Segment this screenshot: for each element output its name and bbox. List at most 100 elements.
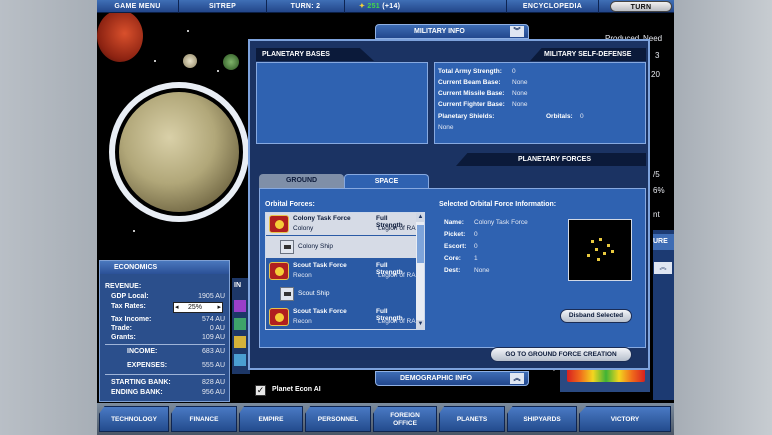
nav-shipyards[interactable]: SHIPYARDS <box>507 406 577 432</box>
info-escort-label: Escort: <box>444 243 467 250</box>
planetary-shields-value: None <box>438 124 454 131</box>
force-owner: Legion of RA <box>378 225 416 232</box>
stat-value-3: /5 <box>653 170 660 179</box>
red-planet-image[interactable] <box>97 10 143 62</box>
green-moon-icon[interactable] <box>223 54 239 70</box>
selected-force-info-label: Selected Orbital Force Information: <box>439 201 557 208</box>
revenue-label: REVENUE: <box>105 283 142 290</box>
moon-icon[interactable] <box>183 54 197 68</box>
demographic-info-tab[interactable]: DEMOGRAPHIC INFO ︽ <box>375 371 529 386</box>
selected-planet-image[interactable] <box>119 92 239 212</box>
nav-victory[interactable]: VICTORY <box>579 406 671 432</box>
army-strength-value: 0 <box>512 68 516 75</box>
encyclopedia-button[interactable]: ENCYCLOPEDIA <box>507 0 599 13</box>
orbitals-label: Orbitals: <box>546 113 573 120</box>
force-owner: Legion of RA <box>378 272 416 279</box>
task-force-icon <box>269 308 289 326</box>
scroll-down-icon[interactable]: ▼ <box>416 320 424 329</box>
infrastructure-icon[interactable] <box>234 318 246 330</box>
expenses-value: 555 AU <box>202 362 225 369</box>
info-core-label: Core: <box>444 255 461 262</box>
divider <box>105 374 225 375</box>
nav-foreign-line-1: FOREIGN <box>390 412 420 419</box>
starting-bank-label: STARTING BANK: <box>111 379 171 386</box>
beam-base-label: Current Beam Base: <box>438 79 501 86</box>
trade-value: 0 AU <box>209 325 225 332</box>
beam-base-value: None <box>512 79 528 86</box>
sitrep-button[interactable]: SITREP <box>179 0 267 13</box>
turn-button[interactable]: TURN <box>610 1 672 12</box>
info-name-label: Name: <box>444 219 464 226</box>
list-item[interactable]: Scout Ship <box>266 283 416 305</box>
missile-base-label: Current Missile Base: <box>438 90 505 97</box>
planetary-forces-title: PLANETARY FORCES <box>456 153 646 166</box>
resource-delta: (+14) <box>382 3 401 10</box>
info-dest-label: Dest: <box>444 267 461 274</box>
info-picket-label: Picket: <box>444 231 466 238</box>
grants-label: Grants: <box>111 334 136 341</box>
nav-finance[interactable]: FINANCE <box>171 406 237 432</box>
infrastructure-icon[interactable] <box>234 354 246 366</box>
planetary-bases-title: PLANETARY BASES <box>256 48 374 61</box>
fighter-base-label: Current Fighter Base: <box>438 101 505 108</box>
tab-space[interactable]: SPACE <box>344 174 429 188</box>
orbital-forces-label: Orbital Forces: <box>265 201 315 208</box>
nav-technology[interactable]: TECHNOLOGY <box>99 406 169 432</box>
infrastructure-icon[interactable] <box>234 300 246 312</box>
resource-readout: ✦ 251 (+14) <box>345 0 507 13</box>
tax-income-label: Tax Income: <box>111 316 152 323</box>
gdp-label: GDP Local: <box>111 293 149 300</box>
disband-selected-button[interactable]: Disband Selected <box>560 309 632 323</box>
game-menu-button[interactable]: GAME MENU <box>97 0 179 13</box>
list-item[interactable]: Colony Ship <box>266 236 416 258</box>
force-name: Scout Task Force <box>293 262 347 269</box>
list-item[interactable]: Scout Task Force Full Strength Recon Leg… <box>266 260 416 282</box>
missile-base-value: None <box>512 90 528 97</box>
chevron-down-icon[interactable]: ︾ <box>510 26 524 37</box>
military-info-tab[interactable]: MILITARY INFO ︾ <box>375 24 529 39</box>
tax-rates-label: Tax Rates: <box>111 303 146 310</box>
ure-label[interactable]: URE <box>653 234 674 250</box>
tax-rate-stepper[interactable]: ◂ 25% ▸ <box>173 302 223 313</box>
planet-econ-ai-checkbox[interactable]: ✓ <box>255 385 266 396</box>
left-blur-margin <box>0 0 97 435</box>
nav-planets[interactable]: PLANETS <box>439 406 505 432</box>
ship-name: Colony Ship <box>298 243 334 250</box>
force-type: Colony <box>293 225 314 232</box>
tax-income-value: 574 AU <box>202 316 225 323</box>
gdp-value: 1905 AU <box>198 293 225 300</box>
scroll-up-icon[interactable]: ▲ <box>416 213 424 222</box>
tab-ground[interactable]: GROUND <box>259 174 344 188</box>
tax-decrease-icon[interactable]: ◂ <box>175 303 179 312</box>
info-escort-value: 0 <box>474 243 478 250</box>
expenses-label: EXPENSES: <box>127 362 168 369</box>
scroll-thumb[interactable] <box>417 225 424 263</box>
nav-personnel[interactable]: PERSONNEL <box>305 406 371 432</box>
orbitals-value: 0 <box>580 113 584 120</box>
ground-force-creation-button[interactable]: GO TO GROUND FORCE CREATION <box>490 347 632 362</box>
demographic-info-label: DEMOGRAPHIC INFO <box>400 375 472 382</box>
list-item[interactable]: Colony Task Force Full Strength Colony L… <box>266 213 416 235</box>
orbital-forces-list[interactable]: Colony Task Force Full Strength Colony L… <box>265 212 425 330</box>
force-type: Recon <box>293 318 312 325</box>
collapse-chevron-icon[interactable]: ︽ <box>654 262 672 274</box>
chevron-up-icon[interactable]: ︽ <box>510 373 524 384</box>
list-item[interactable]: Scout Task Force Full Strength Recon Leg… <box>266 306 416 328</box>
military-self-defense-title: MILITARY SELF-DEFENSE <box>530 48 646 61</box>
stat-value-2: 20 <box>651 70 660 79</box>
nav-foreign-office[interactable]: FOREIGN OFFICE <box>373 406 437 432</box>
tax-increase-icon[interactable]: ▸ <box>217 303 221 312</box>
force-type: Recon <box>293 272 312 279</box>
force-owner: Legion of RA <box>378 318 416 325</box>
starting-bank-value: 828 AU <box>202 379 225 386</box>
military-info-label: MILITARY INFO <box>414 28 465 35</box>
infrastructure-icon[interactable] <box>234 336 246 348</box>
force-name: Colony Task Force <box>293 215 351 222</box>
planetary-shields-label: Planetary Shields: <box>438 113 495 120</box>
tax-rate-value: 25% <box>188 304 203 311</box>
top-bar: GAME MENU SITREP TURN: 2 ✦ 251 (+14) ENC… <box>97 0 674 13</box>
nav-foreign-line-2: OFFICE <box>393 420 417 427</box>
grants-value: 109 AU <box>202 334 225 341</box>
resource-value: 251 <box>367 3 381 10</box>
nav-empire[interactable]: EMPIRE <box>239 406 303 432</box>
